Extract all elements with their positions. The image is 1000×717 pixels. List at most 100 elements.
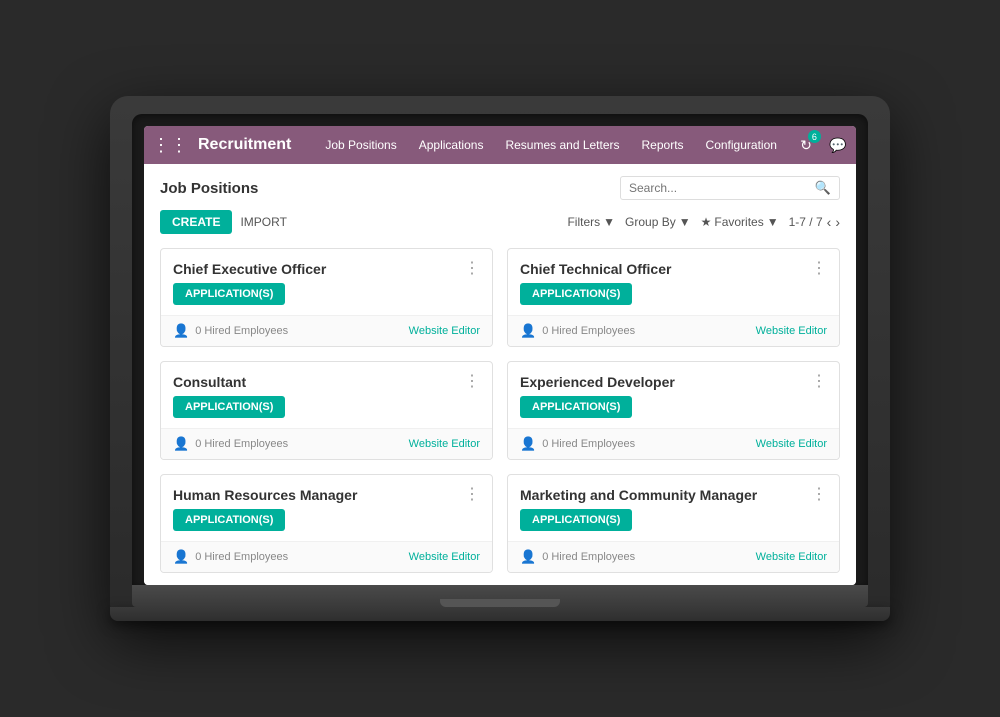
applications-btn-2[interactable]: APPLICATION(S) (173, 396, 285, 418)
hired-count-4: 0 Hired Employees (195, 551, 288, 563)
job-card-title-2: Consultant (173, 374, 246, 390)
refresh-button[interactable]: ↻ 6 (793, 132, 819, 158)
pagination: 1-7 / 7 ‹ › (789, 214, 840, 230)
top-navigation: Job Positions Applications Resumes and L… (315, 126, 787, 164)
grid-icon[interactable]: ⋮⋮ (152, 135, 188, 156)
job-card-header-4: Human Resources Manager ⋮ (161, 475, 492, 509)
website-editor-link-0[interactable]: Website Editor (409, 325, 480, 337)
job-card-footer-2: 👤 0 Hired Employees Website Editor (161, 428, 492, 459)
pagination-prev[interactable]: ‹ (827, 214, 832, 230)
job-card-body-2: APPLICATION(S) (161, 396, 492, 428)
create-button[interactable]: CREATE (160, 210, 232, 234)
filters-arrow-icon: ▼ (603, 215, 615, 229)
job-card-footer-1: 👤 0 Hired Employees Website Editor (508, 315, 839, 346)
refresh-badge: 6 (808, 130, 821, 143)
search-bar: 🔍 (620, 176, 840, 200)
hired-count-3: 0 Hired Employees (542, 438, 635, 450)
job-card-header-0: Chief Executive Officer ⋮ (161, 249, 492, 283)
job-card-body-0: APPLICATION(S) (161, 283, 492, 315)
hired-count-2: 0 Hired Employees (195, 438, 288, 450)
job-card-0: Chief Executive Officer ⋮ APPLICATION(S)… (160, 248, 493, 347)
hired-count-5: 0 Hired Employees (542, 551, 635, 563)
job-card-4: Human Resources Manager ⋮ APPLICATION(S)… (160, 474, 493, 573)
job-card-title-1: Chief Technical Officer (520, 261, 671, 277)
job-card-2: Consultant ⋮ APPLICATION(S) 👤 0 Hired Em… (160, 361, 493, 460)
toolbar-right: Filters ▼ Group By ▼ ★ Favorites ▼ (567, 214, 840, 230)
main-content: Job Positions 🔍 CREATE IMPORT Filters (144, 164, 856, 585)
person-icon-3: 👤 (520, 436, 536, 452)
job-card-header-5: Marketing and Community Manager ⋮ (508, 475, 839, 509)
person-icon-1: 👤 (520, 323, 536, 339)
applications-btn-0[interactable]: APPLICATION(S) (173, 283, 285, 305)
job-card-menu-1[interactable]: ⋮ (811, 261, 827, 277)
job-card-title-4: Human Resources Manager (173, 487, 357, 503)
person-icon-4: 👤 (173, 549, 189, 565)
chat-icon: 💬 (829, 137, 846, 154)
jobs-grid: Chief Executive Officer ⋮ APPLICATION(S)… (160, 248, 840, 573)
job-card-menu-5[interactable]: ⋮ (811, 487, 827, 503)
group-by-arrow-icon: ▼ (679, 215, 691, 229)
group-by-button[interactable]: Group By ▼ (625, 215, 691, 229)
job-card-body-4: APPLICATION(S) (161, 509, 492, 541)
job-card-title-5: Marketing and Community Manager (520, 487, 757, 503)
nav-configuration[interactable]: Configuration (696, 126, 787, 164)
job-card-menu-3[interactable]: ⋮ (811, 374, 827, 390)
footer-left-1: 👤 0 Hired Employees (520, 323, 635, 339)
hired-count-0: 0 Hired Employees (195, 325, 288, 337)
favorites-star-icon: ★ (701, 215, 712, 229)
job-card-menu-2[interactable]: ⋮ (464, 374, 480, 390)
search-input[interactable] (629, 181, 815, 195)
person-icon-5: 👤 (520, 549, 536, 565)
job-card-1: Chief Technical Officer ⋮ APPLICATION(S)… (507, 248, 840, 347)
job-card-header-3: Experienced Developer ⋮ (508, 362, 839, 396)
chat-button[interactable]: 💬 (825, 132, 851, 158)
toolbar-left: CREATE IMPORT (160, 210, 287, 234)
hired-count-1: 0 Hired Employees (542, 325, 635, 337)
favorites-button[interactable]: ★ Favorites ▼ (701, 215, 779, 229)
filters-label: Filters (567, 215, 600, 229)
job-card-3: Experienced Developer ⋮ APPLICATION(S) 👤… (507, 361, 840, 460)
job-card-title-3: Experienced Developer (520, 374, 675, 390)
job-card-menu-4[interactable]: ⋮ (464, 487, 480, 503)
job-card-header-1: Chief Technical Officer ⋮ (508, 249, 839, 283)
footer-left-4: 👤 0 Hired Employees (173, 549, 288, 565)
person-icon-2: 👤 (173, 436, 189, 452)
favorites-label: Favorites (714, 215, 763, 229)
job-card-body-3: APPLICATION(S) (508, 396, 839, 428)
website-editor-link-1[interactable]: Website Editor (756, 325, 827, 337)
import-button[interactable]: IMPORT (240, 215, 286, 229)
website-editor-link-5[interactable]: Website Editor (756, 551, 827, 563)
pagination-next[interactable]: › (835, 214, 840, 230)
website-editor-link-4[interactable]: Website Editor (409, 551, 480, 563)
job-card-header-2: Consultant ⋮ (161, 362, 492, 396)
person-icon-0: 👤 (173, 323, 189, 339)
footer-left-0: 👤 0 Hired Employees (173, 323, 288, 339)
footer-left-5: 👤 0 Hired Employees (520, 549, 635, 565)
page-header: Job Positions 🔍 (160, 176, 840, 200)
nav-job-positions[interactable]: Job Positions (315, 126, 406, 164)
applications-btn-4[interactable]: APPLICATION(S) (173, 509, 285, 531)
website-editor-link-2[interactable]: Website Editor (409, 438, 480, 450)
job-card-footer-3: 👤 0 Hired Employees Website Editor (508, 428, 839, 459)
applications-btn-3[interactable]: APPLICATION(S) (520, 396, 632, 418)
job-card-footer-0: 👤 0 Hired Employees Website Editor (161, 315, 492, 346)
applications-btn-1[interactable]: APPLICATION(S) (520, 283, 632, 305)
topbar-actions: ↻ 6 💬 × 👤 ▼ (793, 132, 856, 158)
favorites-arrow-icon: ▼ (767, 215, 779, 229)
job-card-footer-5: 👤 0 Hired Employees Website Editor (508, 541, 839, 572)
job-card-title-0: Chief Executive Officer (173, 261, 326, 277)
group-by-label: Group By (625, 215, 676, 229)
footer-left-3: 👤 0 Hired Employees (520, 436, 635, 452)
nav-reports[interactable]: Reports (632, 126, 694, 164)
footer-left-2: 👤 0 Hired Employees (173, 436, 288, 452)
applications-btn-5[interactable]: APPLICATION(S) (520, 509, 632, 531)
topbar: ⋮⋮ Recruitment Job Positions Application… (144, 126, 856, 164)
pagination-text: 1-7 / 7 (789, 215, 823, 229)
search-icon: 🔍 (815, 180, 831, 196)
website-editor-link-3[interactable]: Website Editor (756, 438, 827, 450)
nav-resumes[interactable]: Resumes and Letters (495, 126, 629, 164)
filters-button[interactable]: Filters ▼ (567, 215, 615, 229)
nav-applications[interactable]: Applications (409, 126, 494, 164)
job-card-body-1: APPLICATION(S) (508, 283, 839, 315)
job-card-menu-0[interactable]: ⋮ (464, 261, 480, 277)
